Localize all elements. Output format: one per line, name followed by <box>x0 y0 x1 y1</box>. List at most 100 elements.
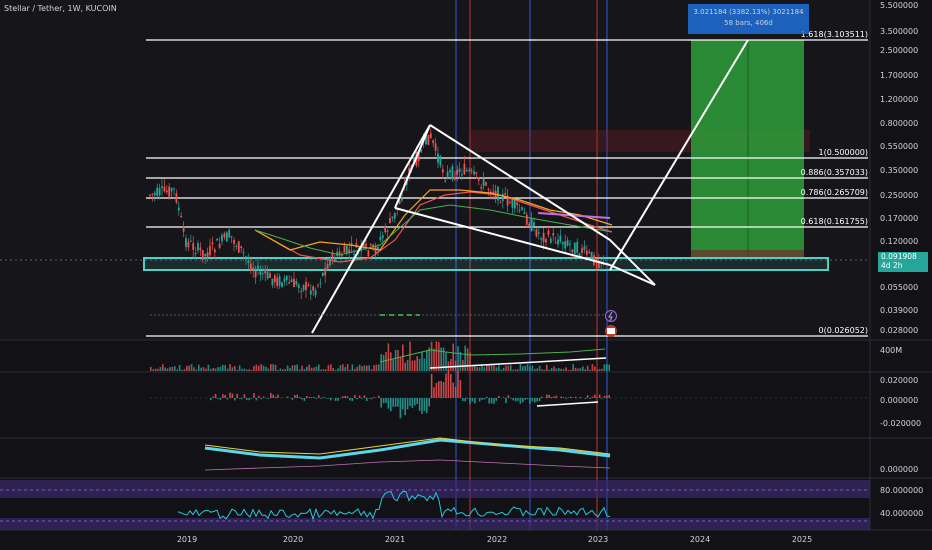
volume-bar <box>368 365 370 371</box>
candle-body <box>187 241 190 248</box>
macd-axis-tick: -0.020000 <box>880 419 921 428</box>
candle-body <box>180 215 183 218</box>
macd-bar <box>510 398 512 399</box>
volume-bar <box>334 369 337 371</box>
volume-bar <box>207 364 210 371</box>
macd-bar <box>318 395 320 398</box>
candle-body <box>161 186 163 189</box>
candle-body <box>525 214 528 225</box>
volume-bar <box>567 369 570 371</box>
macd-bar <box>428 398 430 407</box>
candle-body <box>249 263 252 271</box>
candle-body <box>151 193 154 195</box>
macd-bar <box>519 398 522 404</box>
candle-body <box>384 226 387 233</box>
volume-bar <box>457 346 459 371</box>
macd-bar <box>255 398 258 401</box>
candle-body <box>487 189 490 191</box>
candle-body <box>559 235 562 242</box>
volume-bar <box>174 366 176 371</box>
chart-app[interactable]: 5.500000 3.500000 2.500000 1.700000 1.200000… <box>0 0 932 550</box>
price-axis-tick: 0.170000 <box>880 214 918 223</box>
fib-level-label: 0(0.026052) <box>818 326 868 335</box>
main-chart-canvas[interactable]: 5.500000 3.500000 2.500000 1.700000 1.200000… <box>0 0 932 550</box>
volume-bar <box>438 342 440 371</box>
volume-bar <box>277 369 279 371</box>
macd-bar <box>301 398 303 400</box>
candle-body <box>530 218 533 232</box>
macd-bar <box>531 398 534 402</box>
candle-body <box>369 244 372 246</box>
candle-body <box>285 275 288 280</box>
volume-bar <box>325 369 327 371</box>
candle-body <box>309 290 312 295</box>
candle-body <box>259 271 262 275</box>
volume-bar <box>306 366 308 371</box>
volume-bar <box>310 367 313 371</box>
candle-body <box>293 278 295 287</box>
macd-bar <box>406 398 409 410</box>
candle-body <box>499 201 502 203</box>
candle-body <box>564 241 567 249</box>
volume-bar <box>303 369 306 371</box>
volume-bar <box>370 369 373 371</box>
measure-tool-box[interactable]: 3.021184 (3382.13%) 3021184 58 bars, 406… <box>688 4 809 34</box>
macd-bar <box>507 395 510 398</box>
candle-body <box>473 171 475 175</box>
macd-bar <box>258 395 260 398</box>
volume-bar <box>512 369 514 371</box>
volume-bar <box>327 365 330 371</box>
candle-body <box>261 273 264 275</box>
volume-bar <box>382 354 385 371</box>
macd-bar <box>606 395 608 398</box>
bar-countdown: 4d 2h <box>881 261 903 270</box>
volume-bar <box>181 369 183 371</box>
candle-body <box>561 241 564 245</box>
macd-bar <box>260 398 262 400</box>
macd-bar <box>404 398 406 416</box>
candle-body <box>216 238 219 241</box>
volume-bar <box>464 345 466 371</box>
volume-bar <box>591 364 594 371</box>
candle-body <box>578 253 581 257</box>
macd-bar <box>490 398 493 404</box>
volume-bar <box>586 365 589 371</box>
volume-bar <box>313 367 315 371</box>
volume-bar <box>342 364 344 371</box>
candle-body <box>305 281 307 291</box>
macd-bar <box>397 398 399 407</box>
candle-body <box>324 267 327 276</box>
macd-bar <box>294 395 296 398</box>
volume-bar <box>608 364 610 371</box>
macd-bar <box>346 396 349 398</box>
macd-bar <box>322 396 325 398</box>
volume-bar <box>601 368 603 371</box>
volume-bar <box>322 369 325 371</box>
candle-body <box>247 260 250 264</box>
time-axis-label: 2021 <box>385 535 405 544</box>
volume-bar <box>157 368 159 371</box>
volume-bar <box>234 366 236 371</box>
macd-bar <box>579 397 582 398</box>
macd-bar <box>334 398 337 401</box>
candle-body <box>379 237 382 241</box>
time-axis-label: 2019 <box>177 535 197 544</box>
candle-body <box>432 140 435 144</box>
macd-bar <box>337 398 339 401</box>
volume-bar <box>577 368 579 371</box>
volume-bar <box>183 369 186 371</box>
candle-body <box>391 216 394 219</box>
macd-bar <box>366 398 368 401</box>
macd-bar <box>356 398 358 400</box>
volume-bar <box>169 367 171 371</box>
macd-bar <box>382 398 385 404</box>
macd-bar <box>433 387 435 398</box>
candle-body <box>501 194 504 202</box>
macd-bar <box>426 398 428 414</box>
candle-body <box>569 243 571 245</box>
macd-bar <box>555 395 558 398</box>
candle-body <box>511 199 514 208</box>
volume-bar <box>603 364 606 371</box>
volume-bar <box>279 368 282 371</box>
macd-axis-tick: 0.020000 <box>880 376 918 385</box>
